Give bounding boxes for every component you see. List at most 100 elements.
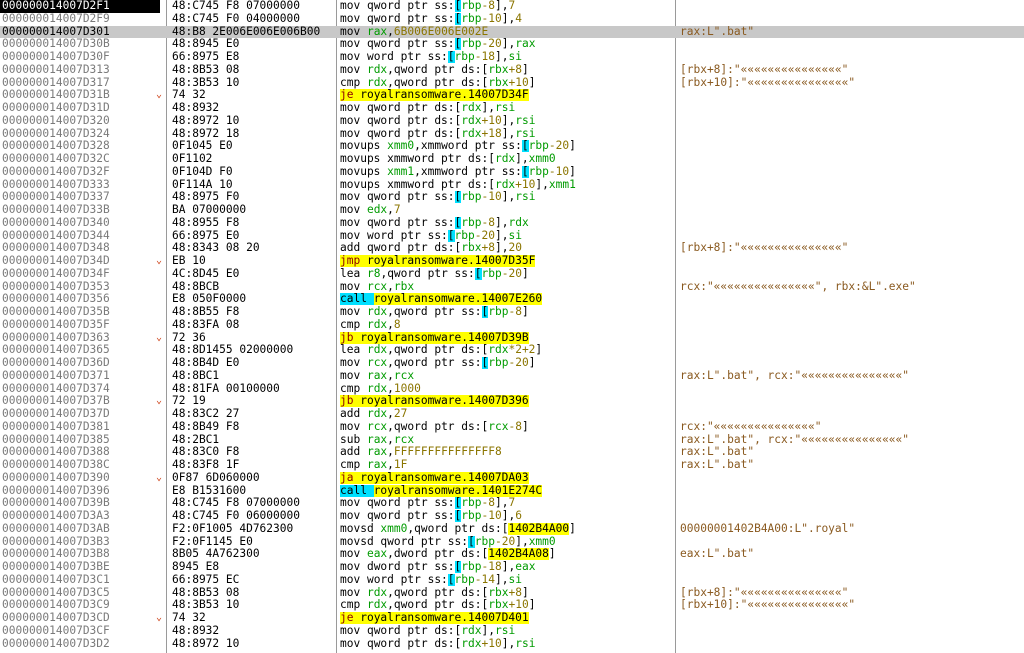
instruction-row[interactable]: 000000014007D30B 48:8945 E0 mov qword ptr … [0,38,1024,51]
instruction-row[interactable]: 000000014007D32F 0F104D F0 movups xmm1,xmm… [0,165,1024,179]
instruction-row[interactable]: 000000014007D3BE 8945 E8 mov dword ptr ss:… [0,561,1024,574]
instruction-row[interactable]: 000000014007D35B 48:8B55 F8 mov rdx,qword … [0,306,1024,319]
instruction-row[interactable]: 000000014007D324 48:8972 18 mov qword ptr … [0,128,1024,141]
instruction-row[interactable]: 000000014007D348 48:8343 08 20 add qword p… [0,242,1024,255]
instruction-row[interactable]: 000000014007D33B BA 07000000 mov edx,7 [0,204,1024,217]
instruction-token: [ [521,165,529,178]
instruction-row[interactable]: 000000014007D35F 48:83FA 08 cmp rdx,8 [0,319,1024,332]
instruction-row[interactable]: 000000014007D390 ⌄ 0F87 6D060000 ja royalra… [0,471,1024,485]
instruction-row[interactable]: 000000014007D356 E8 050F0000 call royalran… [0,293,1024,306]
branch-target[interactable]: royalransomware.14007D401 [360,612,529,624]
instruction-row[interactable]: 000000014007D301 48:B8 2E006E006E006B00 mo… [0,25,1024,39]
instruction-row[interactable]: 000000014007D381 48:8B49 F8 mov rcx,qword … [0,421,1024,434]
instruction-token: ss: [427,573,448,586]
instruction-row[interactable]: 000000014007D320 48:8972 10 mov qword ptr … [0,115,1024,128]
branch-target[interactable]: royalransomware.14007D396 [360,395,529,408]
instruction-row[interactable]: 000000014007D3C1 66:8975 EC mov word ptr s… [0,573,1024,587]
row-instruction: mov qword ptr ds:[rdx+10],rsi [340,638,674,651]
instruction-row[interactable]: 000000014007D37D 48:83C2 27 add rdx,27 [0,408,1024,421]
instruction-row[interactable]: 000000014007D374 48:81FA 00100000 cmp rdx,… [0,383,1024,396]
instruction-token: ds: [461,548,482,561]
branch-target[interactable]: royalransomware.14007D35F [366,255,536,267]
instruction-row[interactable]: 000000014007D36D 48:8B4D E0 mov rcx,qword … [0,357,1024,370]
instruction-row[interactable]: 000000014007D2F1 48:C745 F8 07000000 mov q… [0,0,1024,13]
instruction-row[interactable]: 000000014007D3A3 48:C745 F0 06000000 mov q… [0,510,1024,523]
row-address: 000000014007D337 [2,191,110,204]
row-instruction: movups xmm1,xmmword ptr ss:[rbp-10] [340,165,674,179]
instruction-row[interactable]: 000000014007D396 E8 B1531600 call royalran… [0,484,1024,498]
instruction-token: rbp [454,573,475,586]
instruction-row[interactable]: 000000014007D3CD ⌄ 74 32 je royalransomware… [0,612,1024,625]
instruction-row[interactable]: 000000014007D32C 0F1102 movups xmmword ptr… [0,153,1024,166]
instruction-token: mov [340,63,367,76]
branch-target[interactable]: royalransomware.1401E274C [373,484,543,497]
instruction-row[interactable]: 000000014007D3D2 48:8972 10 mov qword ptr … [0,638,1024,651]
instruction-row[interactable]: 000000014007D333 0F114A 10 movups xmmword … [0,179,1024,192]
instruction-row[interactable]: 000000014007D344 66:8975 E0 mov word ptr s… [0,229,1024,243]
instruction-row[interactable]: 000000014007D3B3 F2:0F1145 E0 movsd qword … [0,535,1024,549]
row-instruction: mov rdx,qword ptr ds:[rbx+8] [340,64,674,77]
instruction-token: rdx [461,102,482,114]
instruction-row[interactable]: 000000014007D31B ⌄ 74 32 je royalransomware… [0,89,1024,102]
row-address: 000000014007D301 [2,25,110,38]
instruction-token: , [521,153,529,165]
row-address: 000000014007D37D [2,408,110,420]
row-bytes: 48:8B4D E0 [172,357,240,369]
instruction-token: jmp [340,255,367,267]
instruction-row[interactable]: 000000014007D3C5 48:8B53 08 mov rdx,qword … [0,587,1024,600]
instruction-token: ss: [501,140,522,153]
row-comment: rax:L".bat", rcx:"«««««««««««««««" [680,433,910,446]
row-comment [680,115,1024,128]
row-comment [680,51,1024,64]
branch-target[interactable]: royalransomware.14007E260 [373,293,543,306]
row-instruction: call royalransomware.14007E260 [340,293,674,306]
instruction-row[interactable]: 000000014007D313 48:8B53 08 mov rdx,qword … [0,64,1024,77]
instruction-row[interactable]: 000000014007D30F 66:8975 E8 mov word ptr s… [0,51,1024,64]
instruction-token: movsd [340,535,381,548]
instruction-row[interactable]: 000000014007D353 48:8BCB mov rcx,rbx rcx:"«… [0,281,1024,294]
instruction-row[interactable]: 000000014007D31D 48:8932 mov qword ptr ds:… [0,102,1024,115]
instruction-row[interactable]: 000000014007D365 48:8D1455 02000000 lea rd… [0,344,1024,357]
branch-target[interactable]: royalransomware.14007D39B [360,331,529,344]
instruction-token: movups [340,140,388,153]
branch-target[interactable]: royalransomware.14007D34F [360,89,529,102]
instruction-row[interactable]: 000000014007D34D ⌄ EB 10 jmp royalransomwar… [0,255,1024,268]
instruction-token: ss: [501,165,522,178]
instruction-token: rdx [366,76,388,89]
instruction-token: rbp [528,140,549,153]
instruction-row[interactable]: 000000014007D337 48:8975 F0 mov qword ptr … [0,191,1024,204]
instruction-row[interactable]: 000000014007D371 48:8BC1 mov rax,rcx rax:L"… [0,370,1024,383]
instruction-row[interactable]: 000000014007D2F9 48:C745 F0 04000000 mov q… [0,12,1024,26]
instruction-token: mov [340,204,367,216]
instruction-token: , [387,586,394,599]
instruction-row[interactable]: 000000014007D37B ⌄ 72 19 jb royalransomware… [0,395,1024,408]
row-bytes: 0F114A 10 [172,178,233,191]
instruction-token: rdx [488,344,509,357]
instruction-row[interactable]: 000000014007D38C 48:83F8 1F cmp rax,1F rax:… [0,459,1024,472]
instruction-row[interactable]: 000000014007D3AB F2:0F1005 4D762300 movsd … [0,522,1024,536]
instruction-token: ] [569,140,576,153]
instruction-row[interactable]: 000000014007D39B 48:C745 F8 07000000 mov q… [0,497,1024,510]
instruction-row[interactable]: 000000014007D328 0F1045 E0 movups xmm0,xmm… [0,140,1024,153]
instruction-row[interactable]: 000000014007D3B8 8B05 4A762300 mov eax,dwo… [0,548,1024,561]
row-instruction: mov rdx,qword ptr ds:[rbx+8] [340,587,674,600]
instruction-row[interactable]: 000000014007D363 ⌄ 72 36 jb royalransomware… [0,331,1024,345]
instruction-token: qword ptr [366,38,435,51]
instruction-token: mov [340,191,367,204]
instruction-row[interactable]: 000000014007D388 48:83C0 F8 add rax,FFFFFF… [0,446,1024,459]
row-instruction: mov word ptr ss:[rbp-20],si [340,229,674,243]
row-comment [680,395,1024,408]
instruction-row[interactable]: 000000014007D385 48:2BC1 sub rax,rcx rax:L"… [0,434,1024,447]
branch-target[interactable]: royalransomware.14007DA03 [360,471,529,484]
instruction-row[interactable]: 000000014007D340 48:8955 F8 mov qword ptr … [0,216,1024,230]
instruction-row[interactable]: 000000014007D3C9 48:3B53 10 cmp rdx,qword … [0,599,1024,612]
instruction-token: rax [366,446,388,459]
row-bytes: 48:8945 E0 [172,38,240,51]
row-comment [680,561,1024,574]
row-bytes: 8B05 4A762300 [172,548,260,561]
row-instruction: lea r8,qword ptr ss:[rbp-20] [340,267,674,281]
instruction-token: xmm0 [528,535,556,548]
instruction-row[interactable]: 000000014007D3CF 48:8932 mov qword ptr ds:… [0,625,1024,638]
instruction-row[interactable]: 000000014007D34F 4C:8D45 E0 lea r8,qword p… [0,267,1024,281]
instruction-row[interactable]: 000000014007D317 48:3B53 10 cmp rdx,qword … [0,77,1024,90]
